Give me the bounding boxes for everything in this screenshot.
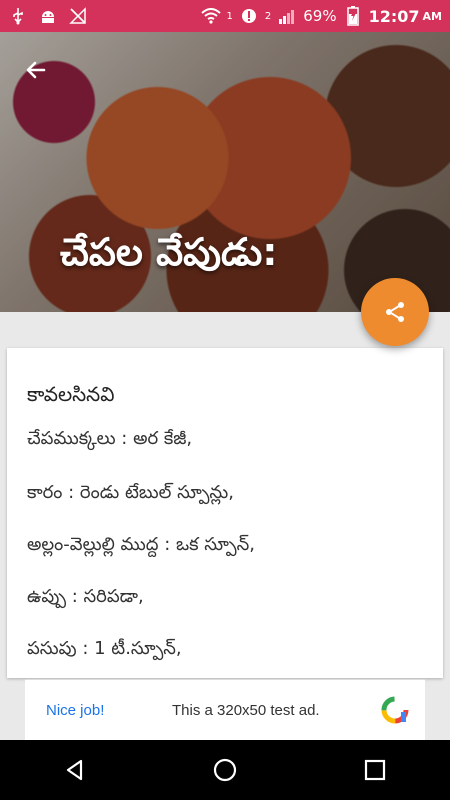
ingredient-item: ఉప్పు : సరిపడా,: [27, 586, 144, 607]
ad-cta-text[interactable]: Nice job!: [46, 702, 156, 719]
recipe-card: కావలసినవి చేపముక్కలు : అర కేజీ, కారం : ర…: [7, 348, 443, 678]
ingredient-item: పసుపు : 1 టీ.స్పూన్,: [27, 638, 182, 659]
signal-bars-icon: [277, 6, 297, 26]
status-bar: 1 2 69% 12:07 AM: [0, 0, 450, 32]
usb-icon: [8, 6, 28, 26]
square-recents-icon: [364, 759, 386, 781]
clock-time: 12:07: [368, 6, 420, 26]
share-button[interactable]: [361, 278, 429, 346]
ad-text: This a 320x50 test ad.: [172, 701, 320, 719]
ingredients-heading: కావలసినవి: [27, 382, 115, 406]
system-nav-bar: [0, 740, 450, 800]
signal-icon: [239, 6, 259, 26]
no-signal-icon: [68, 6, 88, 26]
recipe-hero-image: చేపల వేపుడు:: [0, 32, 450, 312]
recipe-title: చేపల వేపుడు:: [60, 230, 278, 274]
share-icon: [386, 302, 404, 322]
ingredient-item: కారం : రెండు టేబుల్ స్పూన్లు,: [27, 482, 235, 503]
clock-ampm: AM: [422, 9, 442, 23]
ingredient-item: చేపముక్కలు : అర కేజీ,: [27, 428, 193, 449]
triangle-back-icon: [66, 759, 83, 781]
ingredient-item: అల్లం-వెల్లుల్లి ముద్ద : ఒక స్పూన్,: [27, 534, 255, 555]
battery-percent: 69%: [303, 7, 337, 25]
sim1-label: 1: [226, 10, 233, 22]
wifi-icon: [200, 6, 221, 26]
nav-home-button[interactable]: [195, 740, 255, 800]
ad-logo-icon: [381, 696, 409, 724]
arrow-back-icon: [26, 61, 46, 79]
ad-banner[interactable]: Nice job! This a 320x50 test ad.: [25, 679, 425, 740]
back-button[interactable]: [20, 54, 52, 86]
circle-home-icon: [213, 758, 237, 782]
android-debug-icon: [38, 6, 58, 26]
sim2-label: 2: [264, 10, 272, 22]
battery-icon: [343, 6, 363, 26]
nav-recents-button[interactable]: [345, 740, 405, 800]
nav-back-button[interactable]: [45, 740, 105, 800]
